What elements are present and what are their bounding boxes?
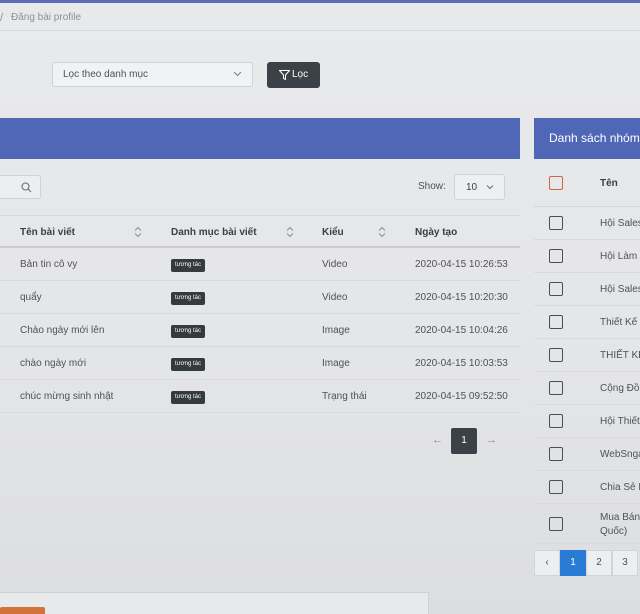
groups-column-name: Tên (600, 178, 618, 189)
group-name: Thiết Kế (600, 317, 638, 328)
breadcrumb: / Đăng bài profile (0, 3, 640, 31)
group-name: Hội Sales (600, 218, 640, 229)
list-item[interactable]: Hội Làm (534, 240, 640, 273)
posts-panel-header (0, 118, 520, 159)
group-name: Mua Bán/ Quốc) (600, 512, 640, 537)
post-name: chào ngày mới (20, 358, 87, 369)
filter-button-label: Lọc (292, 69, 309, 80)
list-item[interactable]: WebSnga (534, 438, 640, 471)
list-item[interactable]: Thiết Kế (534, 306, 640, 339)
group-checkbox[interactable] (549, 480, 563, 494)
group-checkbox[interactable] (549, 348, 563, 362)
next-page-button[interactable]: → (486, 434, 497, 446)
post-name: Bản tin cô vy (20, 259, 78, 270)
list-item[interactable]: Mua Bán/ Quốc) (534, 504, 640, 544)
category-tag: tương tác (171, 259, 205, 272)
groups-table: Tên Hội Sales Hội Làm Hội Sales Thiết Kế… (534, 167, 640, 544)
groups-table-header: Tên (534, 167, 640, 207)
post-date: 2020-04-15 09:52:50 (415, 391, 508, 402)
group-checkbox[interactable] (549, 249, 563, 263)
prev-page-button[interactable]: ← (432, 434, 443, 446)
group-checkbox[interactable] (549, 381, 563, 395)
column-header-name[interactable]: Tên bài viết (20, 227, 75, 238)
category-filter-select[interactable]: Lọc theo danh mục (52, 62, 253, 87)
select-all-checkbox[interactable] (549, 176, 563, 190)
post-name: quẩy (20, 292, 42, 303)
groups-panel-header: Danh sách nhóm (534, 118, 640, 159)
category-tag: tương tác (171, 391, 205, 404)
search-icon (21, 182, 32, 193)
list-item[interactable]: Hội Sales (534, 273, 640, 306)
group-checkbox[interactable] (549, 216, 563, 230)
sort-icon[interactable] (134, 226, 142, 238)
sort-icon[interactable] (286, 226, 294, 238)
search-input[interactable] (0, 175, 41, 199)
chevron-down-icon (486, 185, 494, 190)
post-type: Video (322, 259, 348, 270)
table-row[interactable]: chúc mừng sinh nhật tương tác Trạng thái… (0, 380, 520, 413)
filter-icon (279, 70, 290, 80)
group-name: Cộng Đồn (600, 383, 640, 394)
post-type: Trạng thái (322, 391, 367, 402)
group-checkbox[interactable] (549, 447, 563, 461)
post-name: chúc mừng sinh nhật (20, 391, 114, 402)
table-row[interactable]: quẩy tương tác Video 2020-04-15 10:20:30 (0, 281, 520, 314)
group-name: Chia Sẻ K (600, 482, 640, 493)
group-checkbox[interactable] (549, 282, 563, 296)
category-tag: tương tác (171, 325, 205, 338)
breadcrumb-separator: / (0, 12, 4, 24)
group-name: Hội Thiết (600, 416, 640, 427)
post-type: Image (322, 325, 350, 336)
page-button-1[interactable]: 1 (560, 550, 586, 576)
group-name: Hội Sales (600, 284, 640, 295)
list-item[interactable]: Cộng Đồn (534, 372, 640, 405)
page-size-select[interactable]: 10 (454, 174, 505, 200)
group-name: THIẾT KẾ (600, 350, 640, 361)
list-item[interactable]: Chia Sẻ K (534, 471, 640, 504)
submit-button[interactable] (0, 607, 45, 614)
prev-page-button[interactable]: ‹ (534, 550, 560, 576)
table-row[interactable]: Bản tin cô vy tương tác Video 2020-04-15… (0, 248, 520, 281)
posts-table-header: Tên bài viết Danh mục bài viết Kiểu Ngày… (0, 215, 520, 248)
list-item[interactable]: Hội Thiết (534, 405, 640, 438)
list-item[interactable]: THIẾT KẾ (534, 339, 640, 372)
post-name: Chào ngày mới lên (20, 325, 105, 336)
post-type: Image (322, 358, 350, 369)
column-header-category[interactable]: Danh mục bài viết (171, 227, 257, 238)
group-checkbox[interactable] (549, 315, 563, 329)
column-header-date[interactable]: Ngày tạo (415, 227, 457, 238)
content-input[interactable] (0, 592, 429, 614)
page-button-current[interactable]: 1 (451, 428, 477, 454)
category-filter-placeholder: Lọc theo danh mục (63, 69, 149, 80)
post-date: 2020-04-15 10:03:53 (415, 358, 508, 369)
chevron-down-icon (233, 71, 242, 77)
group-checkbox[interactable] (549, 517, 563, 531)
sort-icon[interactable] (378, 226, 386, 238)
page-button-2[interactable]: 2 (586, 550, 612, 576)
group-checkbox[interactable] (549, 414, 563, 428)
category-tag: tương tác (171, 358, 205, 371)
groups-panel-title: Danh sách nhóm (549, 131, 640, 145)
page-size-value: 10 (466, 182, 478, 193)
table-row[interactable]: Chào ngày mới lên tương tác Image 2020-0… (0, 314, 520, 347)
posts-table: Tên bài viết Danh mục bài viết Kiểu Ngày… (0, 215, 520, 413)
post-date: 2020-04-15 10:04:26 (415, 325, 508, 336)
list-item[interactable]: Hội Sales (534, 207, 640, 240)
page-button-3[interactable]: 3 (612, 550, 638, 576)
table-row[interactable]: chào ngày mới tương tác Image 2020-04-15… (0, 347, 520, 380)
show-label: Show: (418, 181, 446, 192)
groups-pagination: ‹ 1 2 3 (534, 550, 640, 576)
post-date: 2020-04-15 10:26:53 (415, 259, 508, 270)
post-type: Video (322, 292, 348, 303)
post-date: 2020-04-15 10:20:30 (415, 292, 508, 303)
column-header-type[interactable]: Kiểu (322, 227, 344, 238)
group-name: WebSnga (600, 449, 640, 460)
group-name: Hội Làm (600, 251, 638, 262)
filter-button[interactable]: Lọc (267, 62, 320, 88)
category-tag: tương tác (171, 292, 205, 305)
breadcrumb-current: Đăng bài profile (11, 12, 82, 23)
